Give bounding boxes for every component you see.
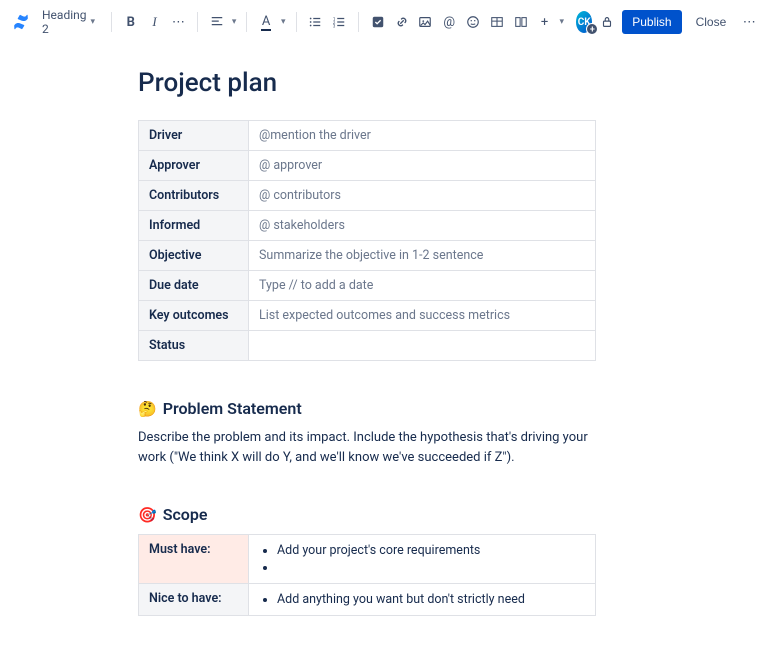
numbered-list-button[interactable]: 123 bbox=[330, 10, 348, 34]
problem-statement-heading[interactable]: 🤔 Problem Statement bbox=[138, 399, 738, 418]
row-value[interactable]: Add your project's core requirements bbox=[249, 535, 596, 584]
add-collaborator-icon[interactable]: + bbox=[586, 23, 598, 35]
list-item[interactable] bbox=[277, 559, 585, 576]
more-formatting-button[interactable]: ⋯ bbox=[169, 10, 187, 34]
row-label: Nice to have: bbox=[139, 584, 249, 616]
chevron-down-icon: ▾ bbox=[232, 17, 237, 27]
row-value[interactable]: @ stakeholders bbox=[249, 211, 596, 241]
problem-statement-body[interactable]: Describe the problem and its impact. Inc… bbox=[138, 428, 596, 467]
target-emoji-icon: 🎯 bbox=[138, 506, 157, 524]
list-item[interactable]: Add your project's core requirements bbox=[277, 542, 585, 559]
table-row[interactable]: Status bbox=[139, 331, 596, 361]
table-button[interactable] bbox=[488, 10, 506, 34]
list-item[interactable]: Add anything you want but don't strictly… bbox=[277, 591, 585, 608]
table-row[interactable]: Driver@mention the driver bbox=[139, 121, 596, 151]
row-label: Must have: bbox=[139, 535, 249, 584]
row-label: Due date bbox=[139, 271, 249, 301]
row-label: Approver bbox=[139, 151, 249, 181]
separator bbox=[197, 12, 198, 32]
heading-text: Scope bbox=[163, 505, 208, 524]
scope-heading[interactable]: 🎯 Scope bbox=[138, 505, 738, 524]
table-row[interactable]: Approver@ approver bbox=[139, 151, 596, 181]
table-row[interactable]: ObjectiveSummarize the objective in 1-2 … bbox=[139, 241, 596, 271]
chevron-down-icon: ▾ bbox=[281, 17, 286, 27]
table-row[interactable]: Contributors@ contributors bbox=[139, 181, 596, 211]
page-content: Project plan Driver@mention the driverAp… bbox=[138, 68, 738, 656]
row-label: Status bbox=[139, 331, 249, 361]
row-label: Objective bbox=[139, 241, 249, 271]
chevron-down-icon: ▾ bbox=[91, 17, 96, 27]
separator bbox=[111, 12, 112, 32]
scope-table[interactable]: Must have: Add your project's core requir… bbox=[138, 534, 596, 616]
more-actions-button[interactable]: ⋯ bbox=[740, 10, 758, 34]
restrictions-icon[interactable] bbox=[598, 10, 616, 34]
layouts-button[interactable] bbox=[512, 10, 530, 34]
page-title[interactable]: Project plan bbox=[138, 68, 738, 98]
publish-button[interactable]: Publish bbox=[622, 10, 681, 34]
text-style-label: Heading 2 bbox=[42, 8, 87, 36]
row-value[interactable]: Add anything you want but don't strictly… bbox=[249, 584, 596, 616]
chevron-down-icon: ▾ bbox=[560, 17, 565, 27]
row-label: Contributors bbox=[139, 181, 249, 211]
svg-text:3: 3 bbox=[333, 24, 336, 29]
action-item-button[interactable] bbox=[369, 10, 387, 34]
table-row[interactable]: Informed@ stakeholders bbox=[139, 211, 596, 241]
row-label: Key outcomes bbox=[139, 301, 249, 331]
row-value[interactable]: @mention the driver bbox=[249, 121, 596, 151]
text-style-dropdown[interactable]: Heading 2 ▾ bbox=[36, 4, 101, 40]
table-row[interactable]: Due dateType // to add a date bbox=[139, 271, 596, 301]
thinking-emoji-icon: 🤔 bbox=[138, 400, 157, 418]
row-value[interactable]: @ approver bbox=[249, 151, 596, 181]
avatar[interactable]: CK + bbox=[576, 11, 592, 33]
close-button[interactable]: Close bbox=[688, 10, 735, 34]
row-label: Driver bbox=[139, 121, 249, 151]
separator bbox=[296, 12, 297, 32]
image-button[interactable] bbox=[416, 10, 434, 34]
align-dropdown[interactable] bbox=[208, 10, 226, 34]
heading-text: Problem Statement bbox=[163, 399, 302, 418]
text-color-button[interactable]: A bbox=[257, 10, 275, 34]
row-label: Informed bbox=[139, 211, 249, 241]
bold-button[interactable]: B bbox=[122, 10, 140, 34]
italic-button[interactable]: I bbox=[146, 10, 164, 34]
separator bbox=[246, 12, 247, 32]
separator bbox=[358, 12, 359, 32]
metadata-table[interactable]: Driver@mention the driverApprover@ appro… bbox=[138, 120, 596, 361]
link-button[interactable] bbox=[393, 10, 411, 34]
row-value[interactable] bbox=[249, 331, 596, 361]
confluence-logo-icon bbox=[12, 12, 30, 32]
insert-more-button[interactable]: + bbox=[536, 10, 554, 34]
mention-button[interactable]: @ bbox=[440, 10, 458, 34]
row-value[interactable]: @ contributors bbox=[249, 181, 596, 211]
table-row[interactable]: Key outcomesList expected outcomes and s… bbox=[139, 301, 596, 331]
bullet-list-button[interactable] bbox=[306, 10, 324, 34]
row-value[interactable]: Summarize the objective in 1-2 sentence bbox=[249, 241, 596, 271]
table-row[interactable]: Nice to have: Add anything you want but d… bbox=[139, 584, 596, 616]
table-row[interactable]: Must have: Add your project's core requir… bbox=[139, 535, 596, 584]
row-value[interactable]: Type // to add a date bbox=[249, 271, 596, 301]
row-value[interactable]: List expected outcomes and success metri… bbox=[249, 301, 596, 331]
editor-toolbar: Heading 2 ▾ B I ⋯ ▾ A ▾ 123 @ + ▾ CK + P… bbox=[0, 0, 770, 44]
emoji-button[interactable] bbox=[464, 10, 482, 34]
